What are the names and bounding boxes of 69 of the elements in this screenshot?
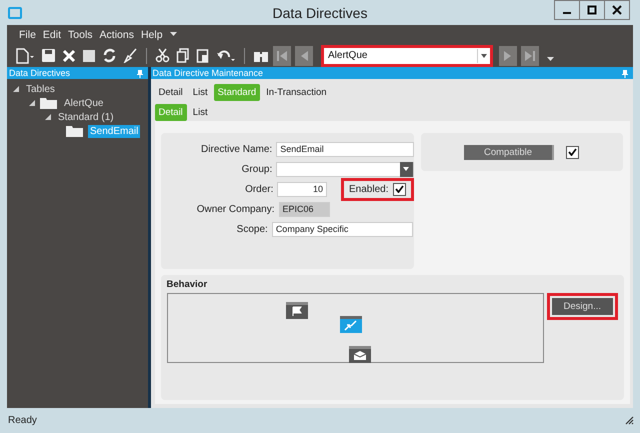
field-label: Order: <box>244 184 274 194</box>
caret-icon[interactable] <box>547 57 554 62</box>
expand-arrow-icon[interactable] <box>45 114 51 120</box>
field-label: Scope: <box>236 224 268 234</box>
arrows-icon[interactable] <box>340 316 362 333</box>
tree-item[interactable]: Standard (1) <box>56 110 116 124</box>
expand-arrow-icon[interactable] <box>13 86 19 92</box>
undo-icon[interactable] <box>216 48 236 63</box>
field-label: Owner Company: <box>196 204 274 214</box>
copy-icon[interactable] <box>176 48 190 63</box>
next-record-icon[interactable] <box>499 46 517 66</box>
refresh-icon[interactable] <box>102 48 117 63</box>
expand-arrow-icon[interactable] <box>29 100 35 106</box>
close-button[interactable] <box>604 0 630 20</box>
tab[interactable]: In-Transaction <box>262 84 331 101</box>
folder-icon <box>40 98 57 108</box>
paste-icon[interactable] <box>196 48 210 63</box>
first-record-icon[interactable] <box>273 46 291 66</box>
panel-title: Data Directives <box>9 68 70 78</box>
pin-icon[interactable] <box>136 68 144 78</box>
menu-item[interactable]: File <box>19 28 36 40</box>
brush-icon[interactable] <box>123 48 138 63</box>
close-icon <box>612 5 622 15</box>
maximize-icon <box>587 5 597 15</box>
minimize-button[interactable] <box>554 0 580 20</box>
record-dropdown[interactable]: AlertQue <box>321 44 493 66</box>
menu-item[interactable]: Edit <box>42 28 62 40</box>
design-button[interactable]: Design... <box>552 298 613 315</box>
dropdown-field[interactable] <box>276 162 414 176</box>
app-icon <box>8 6 22 18</box>
menu-item[interactable]: Tools <box>68 28 93 40</box>
tab[interactable]: List <box>188 104 212 120</box>
caret-icon <box>403 167 409 171</box>
input-field: EPIC06 <box>278 202 330 216</box>
input-field[interactable]: 10 <box>277 182 328 196</box>
tab[interactable]: Detail <box>154 84 187 101</box>
envelope-icon[interactable] <box>348 346 370 363</box>
folder-icon <box>66 126 83 136</box>
field-label: Directive Name: <box>200 144 272 154</box>
maximize-button[interactable] <box>579 0 605 20</box>
last-record-icon[interactable] <box>521 46 539 66</box>
new-document-icon[interactable] <box>15 48 35 64</box>
compatible-label: Compatible <box>464 144 554 160</box>
checkbox[interactable] <box>392 182 406 196</box>
save-icon[interactable] <box>41 48 56 63</box>
field-label: Group: <box>240 164 272 174</box>
caret-icon[interactable] <box>170 32 177 37</box>
caret-icon <box>481 54 487 58</box>
stop-icon[interactable] <box>82 48 96 62</box>
field-label: Enabled: <box>349 184 388 194</box>
pin-icon[interactable] <box>621 68 629 78</box>
minimize-icon <box>563 12 571 14</box>
delete-icon[interactable] <box>62 48 76 62</box>
status-text: Ready <box>8 415 37 426</box>
window-title: Data Directives <box>272 4 368 20</box>
section-title: Behavior <box>166 279 208 290</box>
checkbox[interactable] <box>566 146 580 158</box>
tree-item[interactable]: AlertQue <box>62 96 106 110</box>
resize-grip-icon[interactable] <box>625 416 634 425</box>
tree-item[interactable]: Tables <box>24 82 57 96</box>
tab[interactable]: List <box>188 84 212 101</box>
input-field[interactable]: SendEmail <box>276 142 414 156</box>
menu-item[interactable]: Help <box>140 28 163 40</box>
panel-title: Data Directive Maintenance <box>152 68 264 78</box>
menu-item[interactable]: Actions <box>100 28 134 40</box>
cut-icon[interactable] <box>155 48 170 63</box>
previous-record-icon[interactable] <box>295 46 313 66</box>
flag-icon[interactable] <box>286 302 308 319</box>
input-field[interactable]: Company Specific <box>272 222 414 236</box>
